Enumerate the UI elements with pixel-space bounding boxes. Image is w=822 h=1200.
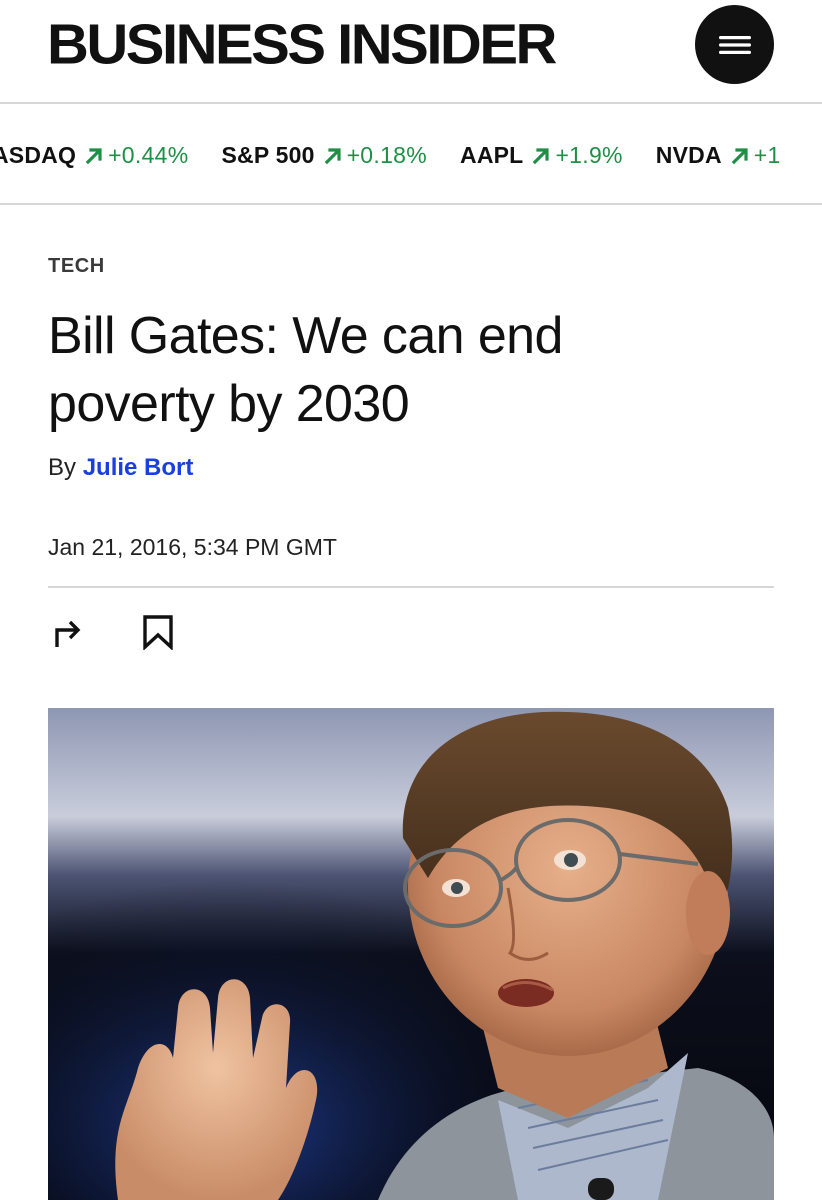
ticker-change: +1	[753, 142, 781, 168]
ticker-symbol: NVDA	[655, 142, 722, 168]
site-header: BUSINESS INSIDER	[0, 0, 822, 102]
ticker-symbol: AAPL	[460, 142, 524, 168]
site-logo[interactable]: BUSINESS INSIDER	[47, 14, 557, 76]
ticker-symbol: S&P 500	[221, 142, 315, 168]
share-arrow-icon	[55, 620, 81, 647]
ticker-track: ASDAQ +0.44% S&P 500 +0.18% AAPL +1.9% N…	[0, 142, 814, 169]
arrow-up-right-icon	[324, 147, 341, 164]
byline: By Julie Bort	[48, 454, 193, 482]
article-category[interactable]: TECH	[48, 255, 105, 278]
meta-divider	[48, 586, 774, 588]
ticker-change: +0.18%	[346, 142, 428, 168]
arrow-up-right-icon	[533, 147, 550, 164]
byline-prefix: By	[48, 454, 77, 481]
bookmark-icon	[143, 615, 173, 650]
photo-bill-gates-speaking	[48, 708, 774, 1200]
article-actions	[48, 612, 228, 652]
ticker-item[interactable]: ASDAQ +0.44%	[0, 142, 189, 169]
article-page: BUSINESS INSIDER ASDAQ +0.44% S&P 500 +0…	[0, 0, 822, 1200]
article-headline: Bill Gates: We can end poverty by 2030	[48, 307, 563, 433]
author-link[interactable]: Julie Bort	[83, 454, 194, 481]
hamburger-menu-icon	[718, 35, 751, 54]
hero-image	[48, 708, 774, 1200]
ticker-change: +0.44%	[108, 142, 189, 168]
arrow-up-right-icon	[731, 147, 748, 164]
ticker-divider	[0, 203, 822, 205]
arrow-up-right-icon	[85, 147, 102, 164]
bookmark-button[interactable]	[138, 612, 178, 652]
menu-button[interactable]	[695, 5, 774, 84]
ticker-item[interactable]: AAPL +1.9%	[460, 142, 623, 169]
share-button[interactable]	[48, 612, 88, 652]
ticker-item[interactable]: S&P 500 +0.18%	[222, 142, 428, 169]
ticker-symbol: ASDAQ	[0, 142, 77, 168]
publish-date: Jan 21, 2016, 5:34 PM GMT	[48, 534, 337, 560]
ticker-change: +1.9%	[555, 142, 623, 168]
ticker-item[interactable]: NVDA +1	[656, 142, 781, 169]
market-ticker: ASDAQ +0.44% S&P 500 +0.18% AAPL +1.9% N…	[0, 104, 822, 203]
